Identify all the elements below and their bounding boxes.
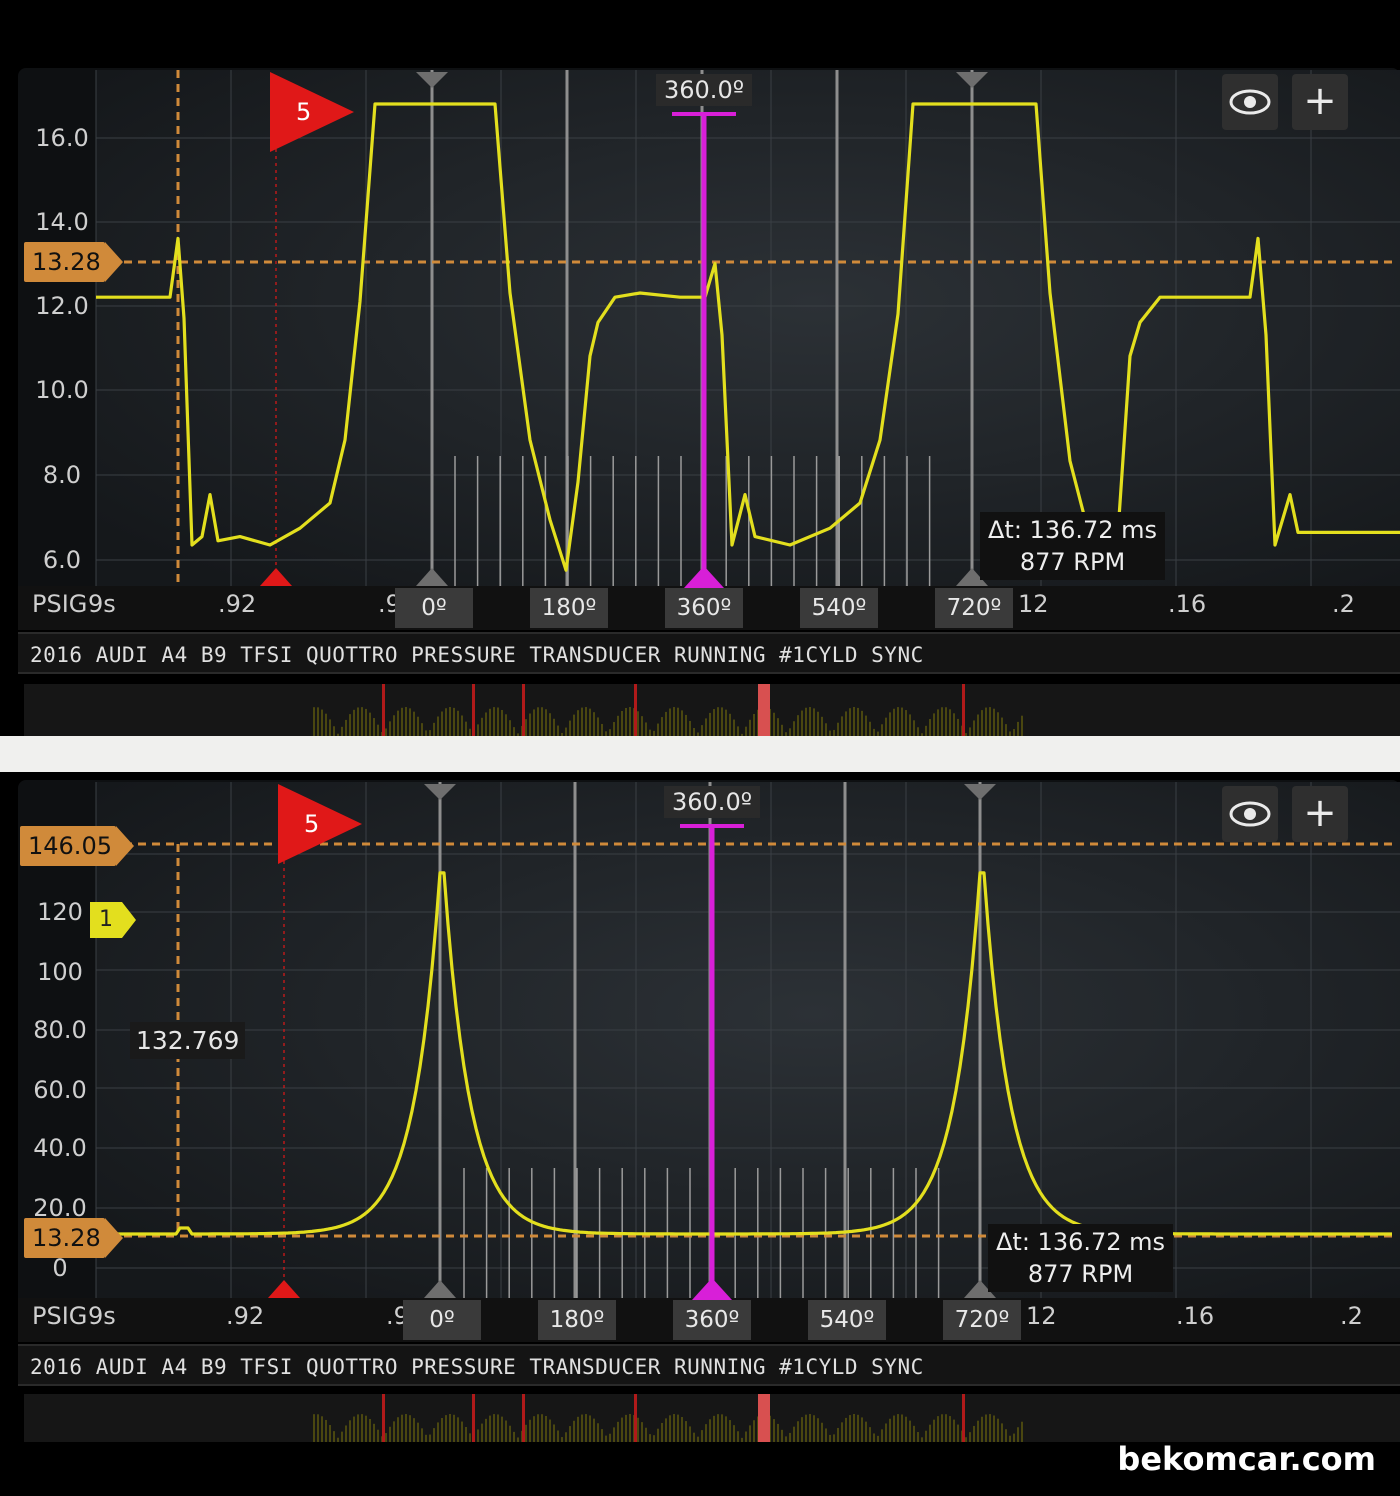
cursor-angle-label[interactable]: 360.0º [664, 786, 761, 818]
delta-time-readout: Δt: 136.72 ms 877 RPM [980, 512, 1166, 580]
y-label: 12.0 [35, 292, 89, 320]
degree-marker-180[interactable]: 180º [530, 588, 608, 628]
degree-marker-540[interactable]: 540º [808, 1300, 886, 1340]
degree-marker-540[interactable]: 540º [800, 588, 878, 628]
y-label: 60.0 [33, 1076, 87, 1104]
eye-icon [1229, 801, 1271, 827]
level-marker-badge-top[interactable]: 146.05 [20, 826, 134, 866]
x-tick-label: .2 [1332, 590, 1355, 618]
delta-time-readout: Δt: 136.72 ms 877 RPM [988, 1224, 1174, 1292]
plus-icon: + [1303, 790, 1337, 836]
plot-area [96, 782, 1400, 1298]
y-label: 14.0 [35, 208, 89, 236]
overview-flag [962, 684, 965, 738]
x-tick-label: 9s [88, 590, 116, 618]
overview-flag [962, 1394, 965, 1442]
y-label: 80.0 [33, 1016, 87, 1044]
y-label: 6.0 [42, 546, 82, 574]
cursor-angle-label[interactable]: 360.0º [656, 74, 753, 106]
degree-marker-720[interactable]: 720º [943, 1300, 1021, 1340]
waveform-title-bar: 2016 AUDI A4 B9 TFSI QUOTTRO PRESSURE TR… [18, 1344, 1400, 1386]
x-tick-label: 12 [1026, 1302, 1057, 1330]
x-tick-label: .16 [1176, 1302, 1215, 1330]
overview-strip[interactable] [24, 1394, 1400, 1442]
x-tick-label: .92 [226, 1302, 265, 1330]
flag-label: 5 [296, 98, 312, 126]
y-unit-label: PSIG [32, 590, 88, 618]
y-label: 10.0 [35, 376, 89, 404]
delta-time-value: Δt: 136.72 ms [996, 1228, 1166, 1256]
overview-flag [522, 1394, 525, 1442]
x-tick-label: .92 [218, 590, 257, 618]
y-label: 0 [52, 1254, 68, 1282]
overview-strip[interactable] [24, 684, 1400, 738]
waveform-title-bar: 2016 AUDI A4 B9 TFSI QUOTTRO PRESSURE TR… [18, 632, 1400, 674]
overview-flag [382, 684, 385, 738]
degree-marker-0[interactable]: 0º [403, 1300, 481, 1340]
overview-strip-graphic [313, 1394, 1023, 1442]
panel-separator [0, 736, 1400, 772]
add-button[interactable]: + [1292, 786, 1348, 842]
delta-time-value: Δt: 136.72 ms [988, 516, 1158, 544]
degree-marker-360[interactable]: 360º [673, 1300, 751, 1340]
watermark: bekomcar.com [1117, 1440, 1376, 1478]
bottom-scope-panel: 120 100 80.0 60.0 40.0 20.0 0 146.05 13.… [0, 772, 1400, 1442]
visibility-button[interactable] [1222, 74, 1278, 130]
y-label: 100 [37, 958, 83, 986]
degree-marker-360[interactable]: 360º [665, 588, 743, 628]
channel-marker[interactable]: 1 [90, 902, 136, 938]
overview-flag [634, 684, 637, 738]
y-label: 8.0 [42, 461, 82, 489]
top-scope-panel: 16.0 14.0 12.0 10.0 8.0 6.0 13.28 PSIG 9… [0, 60, 1400, 738]
overview-strip-graphic [313, 684, 1023, 738]
y-label: 40.0 [33, 1134, 87, 1162]
level-marker-badge[interactable]: 13.28 [24, 242, 123, 282]
plus-icon: + [1303, 78, 1337, 124]
degree-marker-720[interactable]: 720º [935, 588, 1013, 628]
level-marker-badge-bottom[interactable]: 13.28 [24, 1218, 123, 1258]
overview-cursor [758, 1394, 770, 1442]
y-label: 120 [37, 898, 83, 926]
overview-flag [382, 1394, 385, 1442]
eye-icon [1229, 89, 1271, 115]
overview-flag [472, 684, 475, 738]
x-tick-label: .2 [1340, 1302, 1363, 1330]
overview-flag [522, 684, 525, 738]
rpm-value: 877 RPM [1027, 1260, 1134, 1288]
overview-flag [472, 1394, 475, 1442]
overview-flag [634, 1394, 637, 1442]
x-tick-label: 9s [88, 1302, 116, 1330]
bottom-waveform-plot[interactable] [0, 772, 1400, 1442]
degree-marker-0[interactable]: 0º [395, 588, 473, 628]
y-unit-label: PSIG [32, 1302, 88, 1330]
measurement-value-box: 132.769 [130, 1022, 246, 1059]
x-tick-label: 12 [1018, 590, 1049, 618]
flag-label: 5 [304, 810, 320, 838]
overview-cursor [758, 684, 770, 738]
degree-marker-180[interactable]: 180º [538, 1300, 616, 1340]
x-tick-label: .16 [1168, 590, 1207, 618]
rpm-value: 877 RPM [1019, 548, 1126, 576]
add-button[interactable]: + [1292, 74, 1348, 130]
visibility-button[interactable] [1222, 786, 1278, 842]
y-label: 16.0 [35, 124, 89, 152]
